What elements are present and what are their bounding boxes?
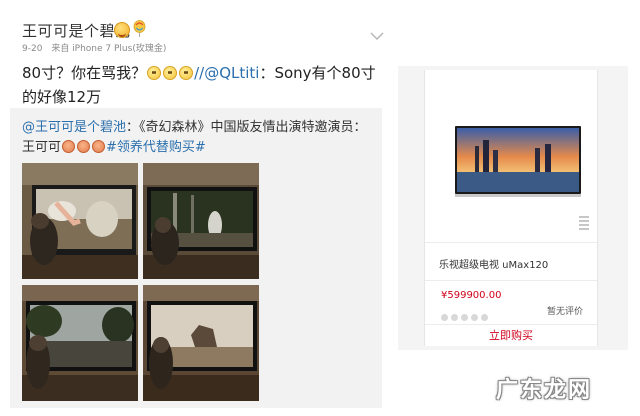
post-body: 80寸？你在骂我？//@QLtiti：Sony有个80寸的好像12万 <box>22 62 382 108</box>
menu-lines-icon <box>579 216 589 230</box>
balloon-emoji-icon <box>133 20 146 37</box>
post-text-before: 80寸？你在骂我？ <box>22 64 147 82</box>
post-time: 9-20 <box>22 44 43 54</box>
hashtag-link[interactable]: #领养代替购买# <box>106 140 206 155</box>
post-source: 来自 iPhone 7 Plus(玫瑰金) <box>51 44 167 54</box>
thumb-dog-watching-tv-4[interactable] <box>143 285 259 401</box>
post-header: 王可可是个碧池 9-20 来自 iPhone 7 Plus(玫瑰金) <box>22 20 392 60</box>
doge-emoji-icon <box>77 140 91 153</box>
tv-product-image[interactable] <box>455 126 581 198</box>
chevron-down-icon[interactable] <box>370 26 384 40</box>
image-grid <box>22 163 262 401</box>
product-price: ¥599900.00 <box>441 290 502 301</box>
doge-emoji-icon <box>62 140 76 153</box>
laughing-emoji-icon <box>114 22 130 38</box>
doge-emoji-icon <box>92 140 106 153</box>
quoted-post[interactable]: @王可可是个碧池：《奇幻森林》中国版友情出演特邀演员：王可可 #领养代替购买# <box>10 108 382 408</box>
rating-text: 暂无评价 <box>546 307 583 317</box>
smile-emoji-icon <box>146 64 194 86</box>
weibo-post: 王可可是个碧池 9-20 来自 iPhone 7 Plus(玫瑰金) 80寸？你… <box>0 0 392 416</box>
product-card[interactable]: 乐视超级电视 uMax120 ¥599900.00 暂无评价 立即购买 <box>398 66 628 350</box>
buy-now-button[interactable]: 立即购买 <box>425 326 597 346</box>
divider <box>425 324 597 325</box>
rating-stars <box>441 306 491 321</box>
divider <box>425 280 597 281</box>
mention-link[interactable]: //@QLtiti <box>194 64 259 82</box>
product-card-inner: 乐视超级电视 uMax120 ¥599900.00 暂无评价 立即购买 <box>424 70 598 346</box>
watermark-logo: 广东龙网 <box>496 378 593 403</box>
quoted-post-text: @王可可是个碧池：《奇幻森林》中国版友情出演特邀演员：王可可 #领养代替购买# <box>22 118 372 158</box>
post-meta: 9-20 来自 iPhone 7 Plus(玫瑰金) <box>22 41 166 54</box>
divider <box>425 242 597 243</box>
product-name[interactable]: 乐视超级电视 uMax120 <box>439 256 548 271</box>
thumb-dog-watching-tv-2[interactable] <box>143 163 259 279</box>
thumb-dog-watching-tv-1[interactable] <box>22 163 138 279</box>
quoted-author-mention[interactable]: @王可可是个碧池 <box>22 120 126 135</box>
thumb-dog-watching-tv-3[interactable] <box>22 285 138 401</box>
